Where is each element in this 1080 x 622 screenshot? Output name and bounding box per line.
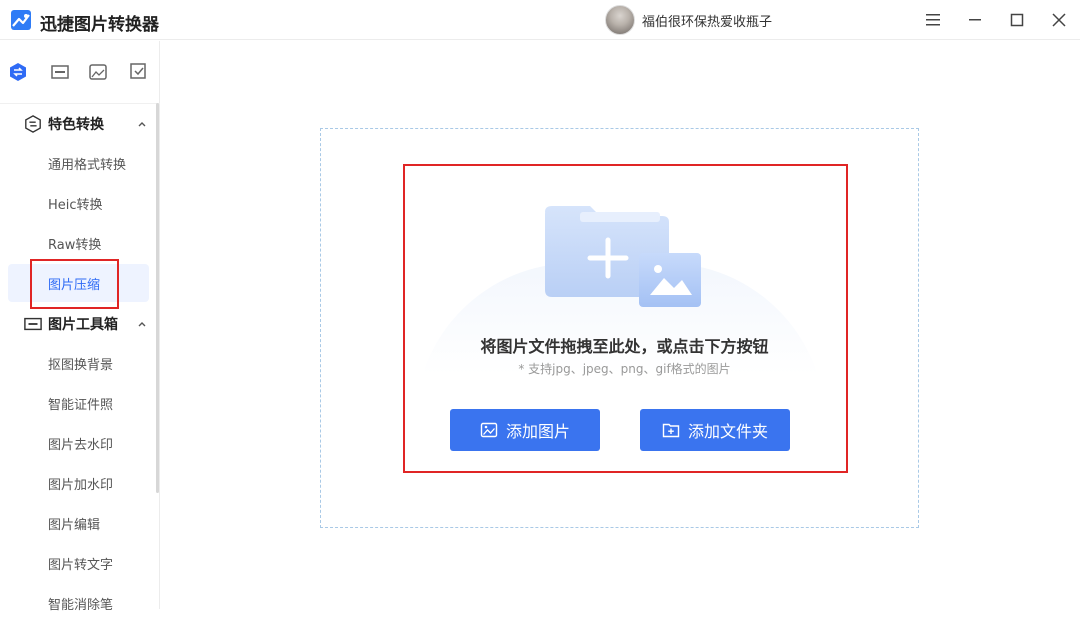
sidebar-item-general-convert[interactable]: 通用格式转换 (8, 144, 149, 182)
sidebar-item-cutout[interactable]: 抠图换背景 (8, 344, 149, 382)
sidebar-item-add-watermark[interactable]: 图片加水印 (8, 464, 149, 502)
group-header-toolbox[interactable]: 图片工具箱 (24, 314, 118, 334)
minimize-button[interactable] (963, 8, 987, 32)
chevron-up-icon[interactable] (137, 119, 147, 129)
app-title: 迅捷图片转换器 (40, 15, 159, 35)
close-button[interactable] (1047, 8, 1071, 32)
menu-button[interactable] (921, 8, 945, 32)
image-icon (89, 64, 107, 80)
avatar[interactable] (605, 5, 635, 35)
sidebar-item-edit[interactable]: 图片编辑 (8, 504, 149, 542)
group-label: 图片工具箱 (48, 317, 118, 333)
convert-icon (10, 63, 26, 81)
highlight-box-drop-area (403, 164, 848, 473)
menu-icon (926, 14, 940, 26)
sidebar-item-raw[interactable]: Raw转换 (8, 224, 149, 262)
sidebar-item-ocr[interactable]: 图片转文字 (8, 544, 149, 582)
convert-group-icon (24, 115, 42, 133)
sidebar-scrollbar[interactable] (156, 103, 159, 493)
toolbox-group-icon (24, 315, 42, 333)
title-bar: 迅捷图片转换器 福伯很环保热爱收瓶子 (0, 0, 1080, 40)
sidebar-item-id-photo[interactable]: 智能证件照 (8, 384, 149, 422)
sidebar: 特色转换 通用格式转换 Heic转换 Raw转换 图片压缩 图片工具箱 抠图换背… (0, 41, 160, 613)
chevron-up-icon[interactable] (137, 319, 147, 329)
username[interactable]: 福伯很环保热爱收瓶子 (642, 11, 772, 30)
group-header-special[interactable]: 特色转换 (24, 114, 104, 134)
tab-convert[interactable] (8, 62, 28, 82)
tab-toolbox[interactable] (50, 62, 70, 82)
maximize-icon (1010, 13, 1024, 27)
check-icon (130, 63, 146, 79)
tab-image[interactable] (88, 62, 108, 82)
sidebar-item-heic[interactable]: Heic转换 (8, 184, 149, 222)
maximize-button[interactable] (1005, 8, 1029, 32)
close-icon (1052, 13, 1066, 27)
highlight-box-sidebar (30, 259, 119, 309)
tab-check[interactable] (129, 62, 149, 82)
minimize-icon (969, 19, 981, 21)
toolbox-icon (51, 65, 69, 79)
sidebar-icon-tabs (0, 41, 160, 104)
sidebar-item-eraser[interactable]: 智能消除笔 (8, 584, 149, 622)
group-label: 特色转换 (48, 117, 104, 133)
sidebar-item-remove-watermark[interactable]: 图片去水印 (8, 424, 149, 462)
app-logo-icon (11, 10, 31, 30)
